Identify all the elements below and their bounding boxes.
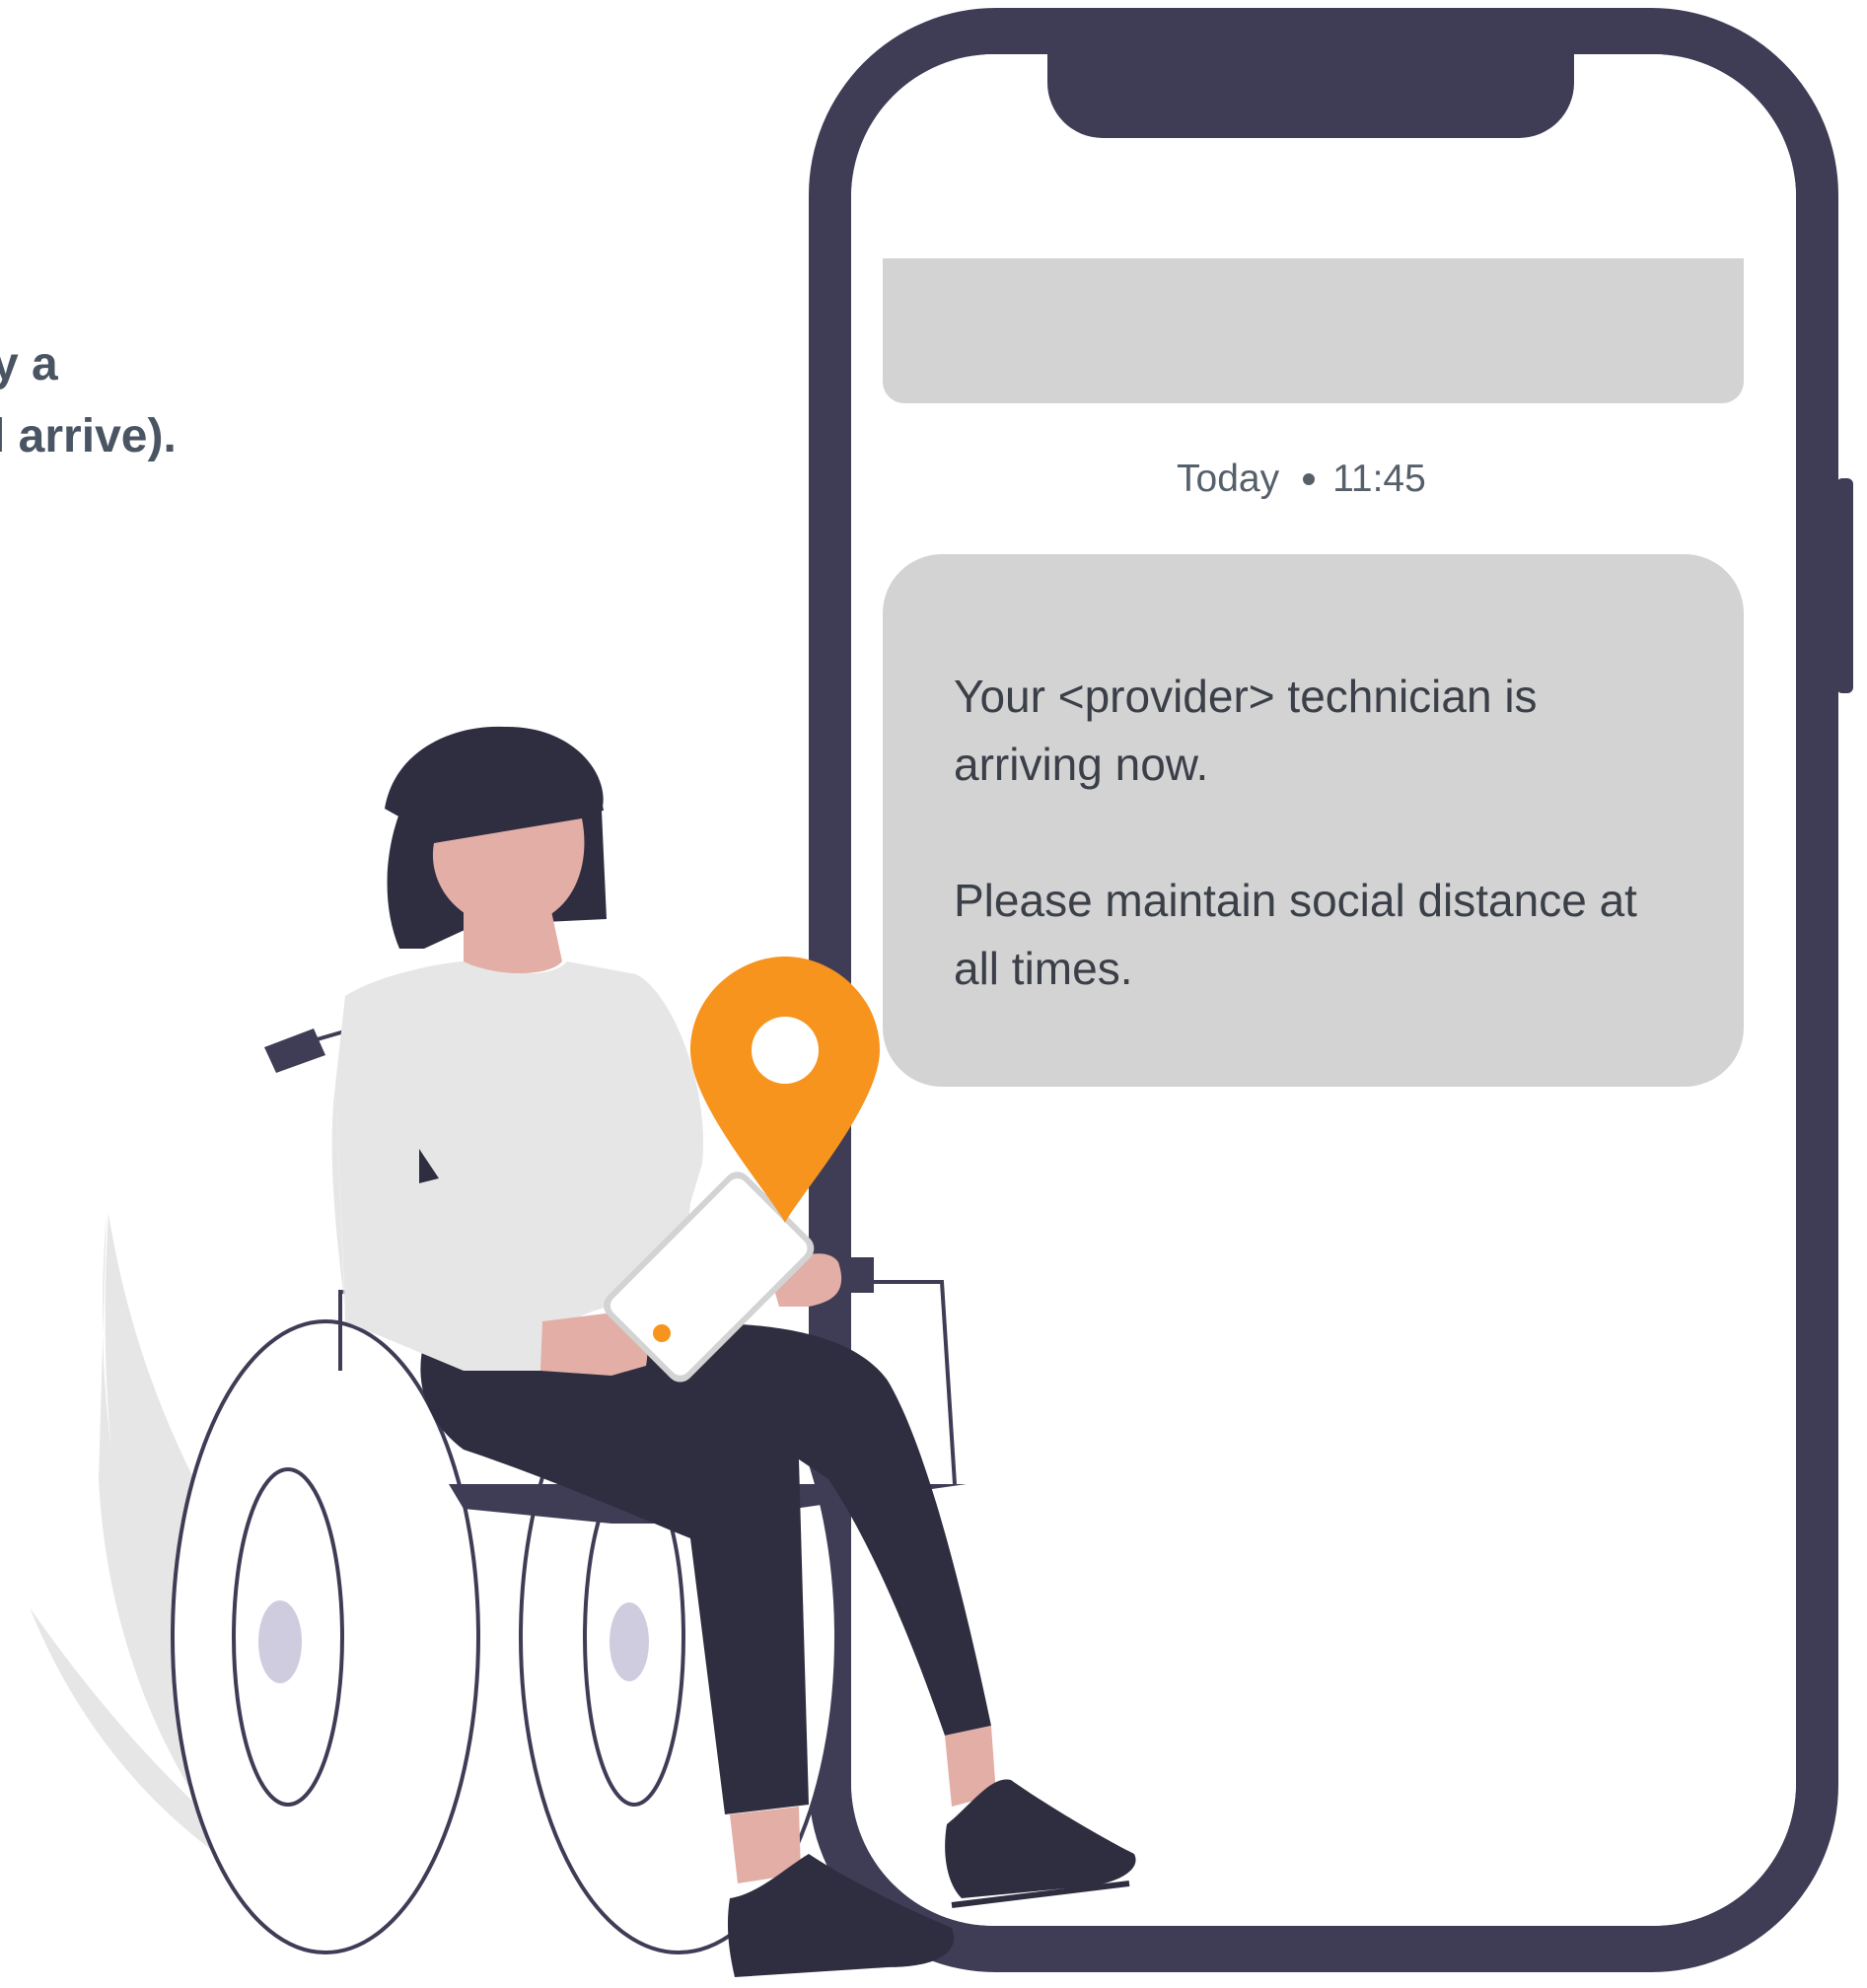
- message-bubble: Your <provider> technician is arriving n…: [883, 554, 1744, 1087]
- message-timestamp: Today 11:45: [1177, 458, 1426, 501]
- illustration-stage: y a l arrive). Today 11:45 Your <provide…: [0, 0, 1867, 1988]
- heading-line-2: l arrive).: [0, 410, 177, 462]
- wheelchair-rear-wheel: [171, 1319, 480, 1954]
- wheelchair-right-armrest: [836, 1257, 874, 1293]
- phone-header-bar: [883, 258, 1744, 403]
- separator-dot-icon: [1303, 473, 1316, 485]
- phone-notch: [1047, 54, 1574, 138]
- wheelchair-front-hub: [610, 1602, 649, 1681]
- handheld-phone-dot: [653, 1324, 671, 1342]
- wheelchair-handle: [264, 1029, 325, 1073]
- date-label: Today: [1177, 458, 1280, 500]
- phone-side-button: [1836, 478, 1853, 693]
- heading-line-1: y a: [0, 338, 58, 390]
- message-paragraph-2: Please maintain social distance at all t…: [954, 875, 1637, 994]
- time-label: 11:45: [1332, 458, 1426, 500]
- wheelchair-rear-hub: [258, 1600, 302, 1683]
- message-paragraph-1: Your <provider> technician is arriving n…: [954, 671, 1538, 790]
